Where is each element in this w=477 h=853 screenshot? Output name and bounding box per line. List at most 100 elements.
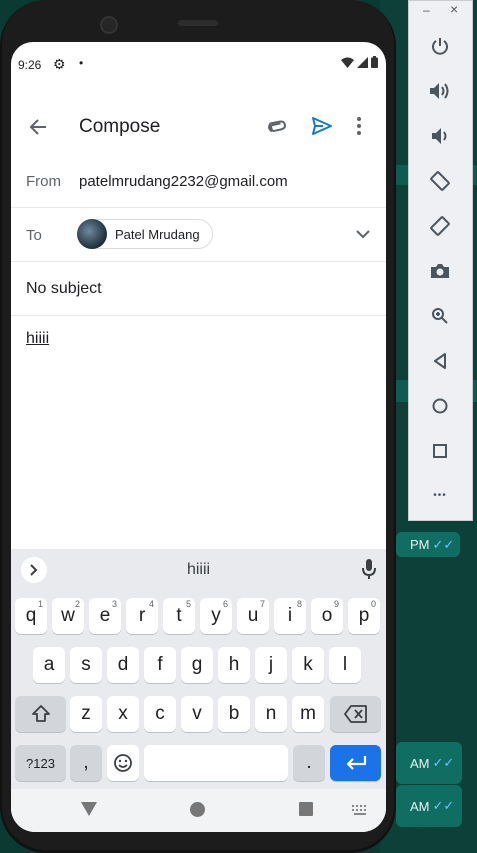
symbols-key[interactable]: ?123 — [15, 745, 66, 781]
attachment-icon[interactable] — [265, 115, 291, 142]
nav-home-icon[interactable] — [190, 802, 205, 817]
signal-icon — [357, 56, 368, 68]
chat-time: AM — [410, 798, 430, 814]
volume-down-icon[interactable] — [427, 123, 453, 149]
back-icon[interactable] — [427, 348, 453, 374]
key-d[interactable]: d — [107, 647, 139, 683]
earpiece-speaker — [178, 20, 218, 26]
key-h[interactable]: h — [218, 647, 250, 683]
comma-key[interactable]: , — [70, 745, 102, 781]
key-s[interactable]: s — [70, 647, 102, 683]
key-label: w — [61, 605, 75, 626]
key-label: r — [138, 605, 146, 626]
close-button[interactable]: × — [450, 1, 458, 17]
send-icon[interactable] — [311, 115, 333, 142]
more-vert-icon[interactable] — [355, 115, 363, 142]
power-icon[interactable] — [427, 33, 453, 59]
status-time: 9:26 — [18, 58, 42, 72]
emoji-key[interactable] — [107, 745, 139, 781]
overview-icon[interactable] — [427, 438, 453, 464]
key-y[interactable]: y6 — [200, 598, 232, 634]
key-l[interactable]: l — [329, 647, 361, 683]
key-w[interactable]: w2 — [52, 598, 84, 634]
rotate-left-icon[interactable] — [427, 168, 453, 194]
key-v[interactable]: v — [181, 696, 213, 732]
suggestion-word[interactable]: hiiii — [11, 561, 386, 579]
status-bar: 9:26 ⚙ • — [11, 56, 386, 76]
subject-field[interactable]: No subject — [26, 280, 102, 298]
body-field[interactable]: hiiii — [26, 330, 49, 348]
key-label: p — [358, 605, 370, 626]
key-g[interactable]: g — [181, 647, 213, 683]
backspace-key[interactable] — [330, 696, 381, 732]
emoji-icon — [114, 754, 132, 772]
key-hint: 4 — [148, 599, 154, 609]
microphone-icon[interactable] — [362, 558, 376, 585]
page-title: Compose — [79, 116, 161, 137]
wifi-icon — [341, 57, 354, 68]
chat-time: PM — [410, 537, 430, 552]
front-camera — [100, 16, 118, 34]
shift-icon — [31, 705, 50, 722]
more-options-button[interactable]: ••• — [427, 482, 453, 508]
chat-bubble: AM ✓✓ — [396, 742, 462, 784]
recipient-name: Patel Mrudang — [115, 226, 200, 242]
key-t[interactable]: t5 — [163, 598, 195, 634]
key-label: q — [25, 605, 37, 626]
dot-icon: • — [79, 56, 84, 70]
space-key[interactable] — [144, 745, 288, 781]
enter-key[interactable] — [330, 745, 381, 781]
key-m[interactable]: m — [292, 696, 324, 732]
key-a[interactable]: a — [33, 647, 65, 683]
back-arrow-icon[interactable] — [25, 114, 51, 140]
volume-up-icon[interactable] — [427, 78, 453, 104]
key-hint: 3 — [111, 599, 117, 609]
key-e[interactable]: e3 — [89, 598, 121, 634]
key-r[interactable]: r4 — [126, 598, 158, 634]
key-p[interactable]: p0 — [348, 598, 380, 634]
key-j[interactable]: j — [255, 647, 287, 683]
chat-bubble: AM ✓✓ — [396, 785, 462, 827]
key-hint: 2 — [74, 599, 80, 609]
key-z[interactable]: z — [70, 696, 102, 732]
chat-time: AM — [410, 755, 430, 771]
keyboard-switch-icon[interactable] — [352, 805, 368, 815]
key-f[interactable]: f — [144, 647, 176, 683]
keyboard: hiiii q1w2e3r4t5y6u7i8o9p0asdfghjklzxcvb… — [11, 549, 386, 789]
camera-icon[interactable] — [427, 258, 453, 284]
from-row: From patelmrudang2232@gmail.com — [11, 154, 386, 208]
key-q[interactable]: q1 — [15, 598, 47, 634]
suggestion-bar: hiiii — [11, 549, 386, 591]
key-label: y — [211, 605, 221, 626]
chat-bubble: PM ✓✓ — [396, 532, 460, 557]
to-row: To Patel Mrudang — [11, 208, 386, 262]
key-label: i — [287, 605, 293, 626]
key-label: e — [99, 605, 111, 626]
home-icon[interactable] — [427, 393, 453, 419]
key-n[interactable]: n — [255, 696, 287, 732]
period-key[interactable]: . — [293, 745, 325, 781]
shift-key[interactable] — [15, 696, 66, 732]
minimize-button[interactable]: – — [423, 3, 430, 17]
key-x[interactable]: x — [107, 696, 139, 732]
phone-frame: 9:26 ⚙ • Compose From patelmrudang2232@g… — [0, 0, 396, 853]
nav-recents-icon[interactable] — [299, 802, 313, 816]
key-label: u — [247, 605, 259, 626]
subject-row: No subject — [11, 262, 386, 316]
key-o[interactable]: o9 — [311, 598, 343, 634]
nav-back-icon[interactable] — [81, 802, 97, 816]
enter-icon — [346, 756, 366, 770]
zoom-icon[interactable] — [427, 303, 453, 329]
key-b[interactable]: b — [218, 696, 250, 732]
backspace-icon — [343, 705, 367, 723]
key-u[interactable]: u7 — [237, 598, 269, 634]
gear-icon: ⚙ — [53, 56, 66, 72]
key-k[interactable]: k — [292, 647, 324, 683]
recipient-chip[interactable]: Patel Mrudang — [77, 219, 213, 249]
rotate-right-icon[interactable] — [427, 213, 453, 239]
key-c[interactable]: c — [144, 696, 176, 732]
chevron-down-icon[interactable] — [356, 226, 370, 244]
from-label: From — [26, 173, 61, 190]
key-i[interactable]: i8 — [274, 598, 306, 634]
from-field[interactable]: patelmrudang2232@gmail.com — [79, 173, 288, 190]
